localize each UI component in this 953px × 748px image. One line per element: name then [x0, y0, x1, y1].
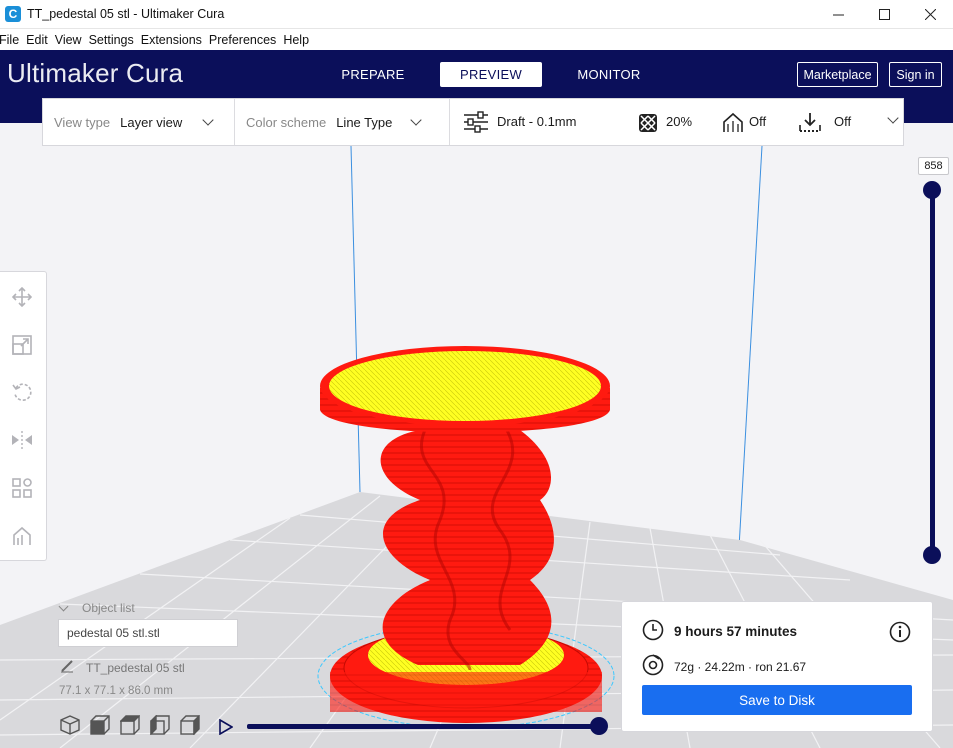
view-type-selector[interactable]: View type Layer view — [43, 99, 235, 145]
menu-view[interactable]: View — [52, 33, 85, 47]
view-type-value: Layer view — [120, 114, 183, 130]
material-usage: 72g · 24.22m · ron 21.67 — [674, 659, 807, 674]
tab-prepare[interactable]: PREPARE — [322, 62, 424, 87]
chevron-down-icon[interactable] — [887, 112, 899, 124]
window-title: TT_pedestal 05 stl - Ultimaker Cura — [27, 7, 225, 21]
right-view-icon[interactable] — [180, 715, 200, 735]
front-view-icon[interactable] — [90, 715, 110, 735]
chevron-down-icon — [410, 114, 423, 126]
infill-icon — [638, 113, 658, 136]
clock-icon — [642, 619, 664, 644]
support-blocker-icon[interactable] — [11, 525, 33, 547]
move-icon[interactable] — [11, 286, 33, 308]
menu-preferences[interactable]: Preferences — [206, 33, 279, 47]
color-scheme-selector[interactable]: Color scheme Line Type — [235, 99, 450, 145]
logo-text-cura: Cura — [126, 58, 184, 88]
maximize-icon[interactable] — [861, 0, 907, 29]
top-view-icon[interactable] — [120, 715, 140, 735]
rotate-icon[interactable] — [11, 381, 33, 403]
menu-bar: File Edit View Settings Extensions Prefe… — [0, 29, 953, 50]
object-dimensions: 77.1 x 77.1 x 86.0 mm — [59, 685, 173, 697]
infill-value: 20% — [666, 114, 693, 129]
menu-file[interactable]: File — [0, 33, 22, 47]
layer-slider-bottom-handle[interactable] — [923, 546, 941, 564]
save-to-disk-button[interactable]: Save to Disk — [642, 685, 912, 715]
material-row: 72g · 24.22m · ron 21.67 — [642, 654, 806, 679]
per-model-settings-icon[interactable] — [11, 477, 33, 499]
spool-icon — [642, 654, 664, 679]
object-name-row[interactable]: TT_pedestal 05 stl — [60, 659, 185, 676]
object-name: TT_pedestal 05 stl — [86, 660, 185, 675]
color-scheme-label: Color scheme — [246, 114, 327, 130]
window-controls — [815, 0, 953, 29]
stage-tabs: PREPARE PREVIEW MONITOR — [322, 62, 676, 87]
play-simulation-icon[interactable] — [219, 718, 234, 738]
info-icon[interactable] — [889, 621, 911, 646]
layer-slider-track[interactable] — [930, 188, 935, 558]
object-list-toggle[interactable]: Object list — [58, 601, 135, 615]
menu-settings[interactable]: Settings — [86, 33, 137, 47]
support-icon — [722, 112, 744, 137]
print-info-panel: 9 hours 57 minutes 72g · 24.22m · ron 21… — [621, 601, 933, 732]
sign-in-button[interactable]: Sign in — [889, 62, 942, 87]
view-type-label: View type — [54, 114, 111, 130]
marketplace-button[interactable]: Marketplace — [797, 62, 878, 87]
title-bar: C TT_pedestal 05 stl - Ultimaker Cura — [0, 0, 953, 29]
ultimaker-cura-logo: Ultimaker Cura — [7, 58, 183, 89]
tab-preview[interactable]: PREVIEW — [440, 62, 542, 87]
mirror-icon[interactable] — [11, 429, 33, 451]
object-list-label: Object list — [82, 601, 135, 615]
sliders-icon — [464, 111, 488, 136]
menu-edit[interactable]: Edit — [23, 33, 51, 47]
layer-slider-top-handle[interactable] — [923, 181, 941, 199]
camera-view-buttons — [60, 715, 210, 735]
minimize-icon[interactable] — [815, 0, 861, 29]
logo-text-ultimaker: Ultimaker — [7, 58, 119, 88]
chevron-down-icon — [58, 601, 69, 611]
simulation-slider-track[interactable] — [247, 724, 601, 729]
profile-value: Draft - 0.1mm — [497, 114, 577, 129]
3d-view-icon[interactable] — [60, 715, 80, 735]
print-time: 9 hours 57 minutes — [674, 624, 798, 639]
object-file-field[interactable]: pedestal 05 stl.stl — [58, 619, 238, 647]
tool-panel — [0, 271, 47, 561]
support-value: Off — [749, 114, 767, 129]
simulation-slider-handle[interactable] — [590, 717, 608, 735]
scale-icon[interactable] — [11, 334, 33, 356]
chevron-down-icon — [202, 114, 214, 126]
adhesion-icon — [799, 112, 821, 137]
color-scheme-value: Line Type — [336, 114, 393, 130]
tab-monitor[interactable]: MONITOR — [558, 62, 660, 87]
adhesion-value: Off — [834, 114, 852, 129]
close-icon[interactable] — [907, 0, 953, 29]
cura-app-icon: C — [5, 6, 21, 22]
print-time-row: 9 hours 57 minutes — [642, 619, 797, 644]
print-settings-summary[interactable]: Draft - 0.1mm 20% Off Off — [450, 99, 903, 145]
pencil-icon — [60, 659, 74, 676]
menu-extensions[interactable]: Extensions — [138, 33, 205, 47]
layer-number-input[interactable]: 858 — [918, 157, 949, 175]
left-view-icon[interactable] — [150, 715, 170, 735]
menu-help[interactable]: Help — [280, 33, 312, 47]
view-settings-toolbar: View type Layer view Color scheme Line T… — [42, 98, 904, 146]
